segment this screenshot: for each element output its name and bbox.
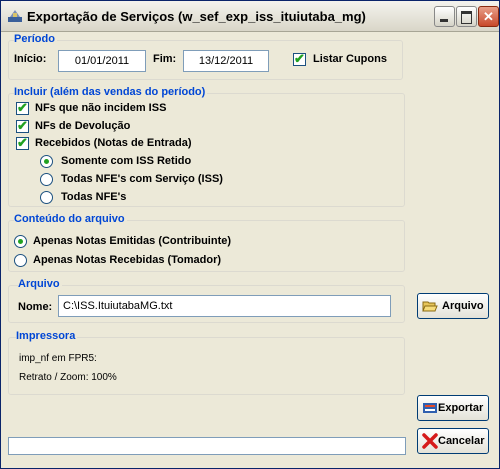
radio-somente-iss-retido[interactable] (40, 155, 53, 168)
maximize-button[interactable] (456, 6, 477, 27)
conteudo-title: Conteúdo do arquivo (14, 213, 127, 225)
recebidos-checkbox[interactable]: ✔ (16, 135, 29, 150)
recebidos-label[interactable]: Recebidos (Notas de Entrada) (35, 137, 191, 149)
export-icon (423, 403, 437, 413)
check-icon: ✔ (17, 118, 28, 133)
arquivo-nome-input[interactable] (58, 295, 391, 317)
close-button[interactable]: ✕ (478, 6, 499, 27)
printer-name: imp_nf em FPR5: (19, 353, 97, 364)
maximize-icon (461, 11, 472, 24)
app-icon (8, 10, 22, 22)
radio-somente-iss-retido-label[interactable]: Somente com ISS Retido (61, 155, 191, 167)
radio-notas-recebidas[interactable] (14, 254, 27, 267)
close-icon: ✕ (483, 9, 494, 24)
dialog-window: Exportação de Serviços (w_sef_exp_iss_it… (0, 0, 500, 469)
arquivo-button-label: Arquivo (442, 300, 484, 312)
radio-selected-dot (18, 239, 23, 244)
radio-selected-dot (44, 159, 49, 164)
impressora-title: Impressora (16, 330, 78, 342)
fim-label: Fim: (153, 53, 177, 65)
radio-notas-recebidas-label[interactable]: Apenas Notas Recebidas (Tomador) (33, 254, 221, 266)
title-bar[interactable]: Exportação de Serviços (w_sef_exp_iss_it… (1, 1, 499, 32)
exportar-button[interactable]: Exportar (417, 395, 489, 421)
inicio-label: Início: (14, 53, 47, 65)
radio-todas-nfe-servico[interactable] (40, 173, 53, 186)
radio-todas-nfe-servico-label[interactable]: Todas NFE's com Serviço (ISS) (61, 173, 223, 185)
cancelar-button-label: Cancelar (438, 435, 485, 447)
nome-label: Nome: (18, 301, 53, 313)
radio-todas-nfe-label[interactable]: Todas NFE's (61, 191, 126, 203)
listar-cupons-checkbox[interactable]: ✔ (293, 51, 306, 66)
radio-todas-nfe[interactable] (40, 191, 53, 204)
progress-status-bar (8, 437, 406, 455)
periodo-title: Período (14, 33, 57, 45)
listar-cupons-label[interactable]: Listar Cupons (313, 53, 387, 65)
nfs-nao-incidem-label[interactable]: NFs que não incidem ISS (35, 102, 166, 114)
nfs-nao-incidem-checkbox[interactable]: ✔ (16, 100, 29, 115)
minimize-button[interactable] (434, 6, 455, 27)
arquivo-title: Arquivo (18, 278, 62, 290)
inicio-date-input[interactable] (58, 50, 146, 72)
radio-notas-emitidas-label[interactable]: Apenas Notas Emitidas (Contribuinte) (33, 235, 231, 247)
printer-orientation-zoom: Retrato / Zoom: 100% (19, 372, 117, 383)
exportar-button-label: Exportar (438, 402, 484, 414)
check-icon: ✔ (294, 51, 305, 66)
nfs-devolucao-label[interactable]: NFs de Devolução (35, 120, 130, 132)
radio-notas-emitidas[interactable] (14, 235, 27, 248)
arquivo-button[interactable]: Arquivo (417, 293, 489, 319)
fim-date-input[interactable] (183, 50, 269, 72)
window-title: Exportação de Serviços (w_sef_exp_iss_it… (27, 9, 366, 24)
minimize-icon (440, 19, 448, 22)
folder-open-icon (422, 301, 438, 312)
cancelar-button[interactable]: Cancelar (417, 428, 489, 454)
incluir-title: Incluir (além das vendas do período) (14, 86, 208, 98)
nfs-devolucao-checkbox[interactable]: ✔ (16, 118, 29, 133)
cancel-x-icon (422, 433, 438, 449)
check-icon: ✔ (17, 135, 28, 150)
impressora-group (8, 337, 405, 395)
check-icon: ✔ (17, 100, 28, 115)
